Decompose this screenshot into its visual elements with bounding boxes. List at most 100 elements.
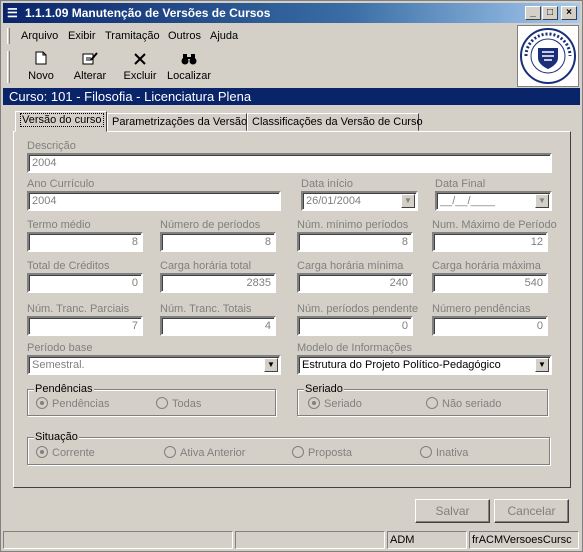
radio-inativa[interactable]: Inativa — [420, 446, 468, 459]
ano-curriculo-field[interactable]: 2004 — [27, 191, 281, 211]
university-seal-logo — [517, 25, 579, 87]
termo-medio-field[interactable]: 8 — [27, 232, 143, 252]
novo-button[interactable]: Novo — [21, 51, 61, 85]
radio-nao-seriado-label: Não seriado — [442, 398, 502, 410]
chevron-down-icon[interactable]: ▼ — [535, 358, 549, 372]
ano-curriculo-label: Ano Currículo — [27, 178, 95, 190]
tranc-totais-field[interactable]: 4 — [160, 316, 276, 336]
tab-parametrizacoes[interactable]: Parametrizações da Versão — [107, 113, 247, 131]
radio-seriado-label: Seriado — [324, 398, 362, 410]
creditos-label: Total de Créditos — [27, 260, 110, 272]
data-final-field[interactable]: __/__/____ ▼ — [435, 191, 552, 211]
radio-unselected-icon — [292, 446, 304, 458]
salvar-button[interactable]: Salvar — [415, 499, 490, 523]
modelo-label: Modelo de Informações — [297, 342, 412, 354]
chevron-down-icon[interactable]: ▼ — [401, 194, 415, 208]
radio-corrente-label: Corrente — [52, 447, 95, 459]
ch-total-label: Carga horária total — [160, 260, 252, 272]
maximize-button[interactable]: □ — [542, 6, 558, 20]
situacao-group: Situação Corrente Ativa Anterior Propost… — [27, 431, 550, 465]
data-final-label: Data Final — [435, 178, 486, 190]
radio-selected-icon — [36, 446, 48, 458]
tab-classificacoes[interactable]: Classificações da Versão de Curso — [247, 113, 423, 131]
min-periodos-label: Núm. mínimo períodos — [297, 219, 409, 231]
num-periodos-label: Número de períodos — [160, 219, 261, 231]
menu-bar: Arquivo Exibir Tramitação Outros Ajuda — [3, 25, 515, 47]
pendencias-group: Pendências Pendências Todas — [27, 383, 276, 416]
periodos-pendente-label: Núm. períodos pendente — [297, 303, 419, 315]
max-periodos-field[interactable]: 12 — [432, 232, 548, 252]
radio-ativa-anterior-label: Ativa Anterior — [180, 447, 246, 459]
ch-max-label: Carga horária máxima — [432, 260, 541, 272]
ch-min-label: Carga horária mínima — [297, 260, 404, 272]
num-pendencias-field[interactable]: 0 — [432, 316, 548, 336]
menu-exibir[interactable]: Exibir — [68, 30, 96, 42]
min-periodos-field[interactable]: 8 — [297, 232, 413, 252]
ch-total-field[interactable]: 2835 — [160, 273, 276, 293]
tranc-parciais-label: Núm. Tranc. Parciais — [27, 303, 130, 315]
radio-selected-icon — [308, 397, 320, 409]
periodos-pendente-field[interactable]: 0 — [297, 316, 413, 336]
radio-seriado[interactable]: Seriado — [308, 397, 362, 410]
menu-ajuda[interactable]: Ajuda — [210, 30, 238, 42]
edit-document-icon — [69, 51, 111, 69]
ch-min-field[interactable]: 240 — [297, 273, 413, 293]
radio-proposta[interactable]: Proposta — [292, 446, 352, 459]
title-bar[interactable]: ☰ 1.1.1.09 Manutenção de Versões de Curs… — [3, 3, 580, 23]
status-user: ADM — [387, 531, 467, 549]
excluir-label: Excluir — [123, 70, 157, 82]
num-periodos-field[interactable]: 8 — [160, 232, 276, 252]
descricao-label: Descrição — [27, 140, 76, 152]
descricao-field[interactable]: 2004 — [27, 153, 552, 173]
minimize-button[interactable]: _ — [525, 6, 541, 20]
menu-grip — [7, 28, 10, 44]
creditos-field[interactable]: 0 — [27, 273, 143, 293]
radio-unselected-icon — [420, 446, 432, 458]
localizar-button[interactable]: Localizar — [165, 51, 213, 85]
seriado-title: Seriado — [304, 383, 344, 395]
data-inicio-value: 26/01/2004 — [306, 195, 362, 207]
tranc-totais-label: Núm. Tranc. Totais — [160, 303, 252, 315]
close-button[interactable]: × — [561, 6, 577, 20]
binoculars-icon — [165, 51, 213, 69]
tranc-parciais-field[interactable]: 7 — [27, 316, 143, 336]
alterar-button[interactable]: Alterar — [69, 51, 111, 85]
radio-unselected-icon — [164, 446, 176, 458]
periodo-base-value: Semestral. — [32, 359, 85, 371]
course-header: Curso: 101 - Filosofia - Licenciatura Pl… — [3, 88, 580, 105]
situacao-title: Situação — [34, 431, 79, 443]
radio-corrente[interactable]: Corrente — [36, 446, 95, 459]
menu-tramitacao[interactable]: Tramitação — [105, 30, 160, 42]
radio-todas[interactable]: Todas — [156, 397, 201, 410]
excluir-button[interactable]: Excluir — [120, 51, 160, 85]
data-final-value: __/__/____ — [440, 195, 496, 207]
menu-outros[interactable]: Outros — [168, 30, 201, 42]
toolbar: Novo Alterar Excluir Localizar — [3, 49, 515, 87]
new-document-icon — [21, 51, 61, 69]
data-inicio-label: Data início — [301, 178, 353, 190]
chevron-down-icon[interactable]: ▼ — [535, 194, 549, 208]
menu-arquivo[interactable]: Arquivo — [21, 30, 58, 42]
radio-pendencias[interactable]: Pendências — [36, 397, 110, 410]
status-form-name: frACMVersoesCursc — [469, 531, 579, 549]
chevron-down-icon[interactable]: ▼ — [264, 358, 278, 372]
radio-ativa-anterior[interactable]: Ativa Anterior — [164, 446, 245, 459]
ch-max-field[interactable]: 540 — [432, 273, 548, 293]
tab-versao-do-curso[interactable]: Versão do curso — [15, 111, 107, 132]
toolbar-grip — [7, 51, 10, 83]
modelo-select[interactable]: Estrutura do Projeto Político-Pedagógico… — [297, 355, 552, 375]
radio-todas-label: Todas — [172, 398, 202, 410]
max-periodos-label: Num. Máximo de Período — [432, 219, 557, 231]
seriado-group: Seriado Seriado Não seriado — [297, 383, 548, 416]
radio-pendencias-label: Pendências — [52, 398, 110, 410]
cancelar-button[interactable]: Cancelar — [494, 499, 569, 523]
num-pendencias-label: Número pendências — [432, 303, 531, 315]
radio-nao-seriado[interactable]: Não seriado — [426, 397, 501, 410]
termo-medio-label: Termo médio — [27, 219, 91, 231]
app-icon: ☰ — [7, 6, 18, 20]
localizar-label: Localizar — [166, 70, 212, 82]
radio-inativa-label: Inativa — [436, 447, 469, 459]
data-inicio-field[interactable]: 26/01/2004 ▼ — [301, 191, 418, 211]
alterar-label: Alterar — [73, 70, 107, 82]
periodo-base-select[interactable]: Semestral. ▼ — [27, 355, 281, 375]
